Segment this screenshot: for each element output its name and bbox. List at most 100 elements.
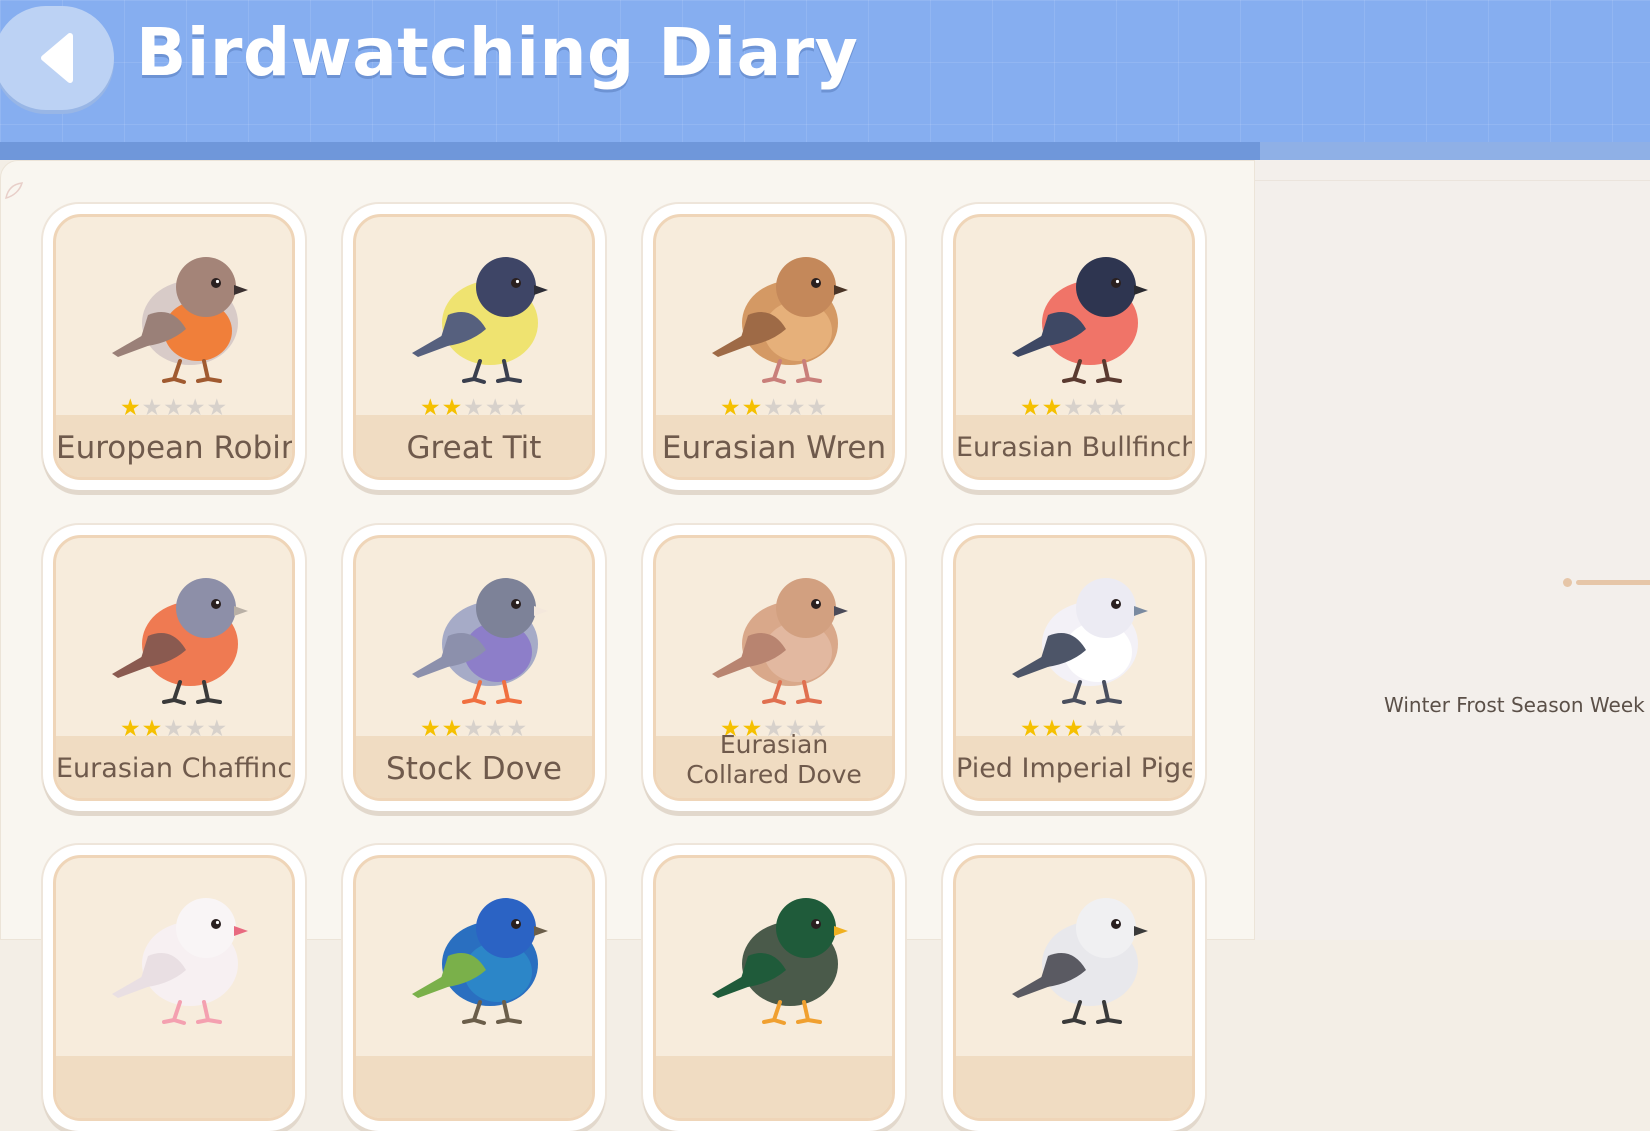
bird-illustration — [94, 245, 264, 385]
bird-illustration — [94, 886, 264, 1026]
rarity-stars: ★★★★★ — [956, 716, 1192, 742]
star-filled-icon: ★ — [119, 716, 142, 742]
bird-illustration — [694, 245, 864, 385]
star-filled-icon: ★ — [1041, 395, 1064, 421]
bird-illustration — [394, 245, 564, 385]
bird-name: Stock Dove — [386, 751, 562, 787]
bird-card[interactable] — [43, 845, 305, 1131]
star-empty-icon: ★ — [1084, 716, 1107, 742]
bird-illustration — [394, 566, 564, 706]
bird-card-inner: ★★★★★ Eurasian Bullfinch — [953, 214, 1195, 480]
bird-card[interactable]: ★★★★★ Eurasian Collared Dove — [643, 525, 905, 811]
rarity-stars: ★★★★★ — [56, 716, 292, 742]
star-filled-icon: ★ — [441, 716, 464, 742]
star-filled-icon: ★ — [441, 395, 464, 421]
progress-bar — [1576, 580, 1650, 585]
star-filled-icon: ★ — [1041, 716, 1064, 742]
bird-card-inner: ★★★★★ Eurasian Collared Dove — [653, 535, 895, 801]
star-filled-icon: ★ — [1063, 716, 1085, 742]
rarity-stars: ★★★★★ — [956, 395, 1192, 421]
bird-card-inner — [53, 855, 295, 1121]
star-empty-icon: ★ — [1084, 395, 1107, 421]
star-empty-icon: ★ — [1106, 716, 1129, 742]
header-tab-shade — [1260, 142, 1650, 160]
bird-card-inner: ★★★★★ Eurasian Chaffinch — [53, 535, 295, 801]
star-empty-icon: ★ — [506, 395, 529, 421]
star-empty-icon: ★ — [806, 395, 829, 421]
detail-divider — [1255, 180, 1650, 181]
bird-card-inner — [353, 855, 595, 1121]
bird-name-background — [356, 1056, 592, 1118]
bird-card-inner: ★★★★★ European Robin — [53, 214, 295, 480]
bird-name: Eurasian Collared Dove — [686, 730, 862, 789]
star-empty-icon: ★ — [484, 716, 507, 742]
bird-card-inner — [953, 855, 1195, 1121]
rarity-stars: ★★★★★ — [56, 395, 292, 421]
star-empty-icon: ★ — [763, 395, 785, 421]
star-filled-icon: ★ — [719, 395, 742, 421]
bird-card-inner: ★★★★★ Eurasian Wren — [653, 214, 895, 480]
rarity-stars: ★★★★★ — [356, 716, 592, 742]
bird-illustration — [994, 566, 1164, 706]
rarity-stars: ★★★★★ — [356, 395, 592, 421]
bird-card[interactable]: ★★★★★ Eurasian Chaffinch — [43, 525, 305, 811]
bird-card[interactable] — [343, 845, 605, 1131]
bird-name-background — [56, 1056, 292, 1118]
bird-illustration — [994, 245, 1164, 385]
bird-card[interactable] — [643, 845, 905, 1131]
progress-dot — [1563, 578, 1572, 587]
star-empty-icon: ★ — [1063, 395, 1085, 421]
bird-card-inner: ★★★★★ Great Tit — [353, 214, 595, 480]
star-empty-icon: ★ — [784, 395, 807, 421]
star-empty-icon: ★ — [163, 716, 185, 742]
bird-card[interactable]: ★★★★★ Eurasian Wren — [643, 204, 905, 490]
bird-name: Great Tit — [406, 430, 542, 466]
star-empty-icon: ★ — [463, 716, 485, 742]
bird-illustration — [394, 886, 564, 1026]
bird-card[interactable]: ★★★★★ Stock Dove — [343, 525, 605, 811]
bird-illustration — [94, 566, 264, 706]
bird-illustration — [694, 886, 864, 1026]
back-button[interactable] — [0, 6, 114, 110]
bird-name: Eurasian Bullfinch — [956, 432, 1195, 463]
bird-card-inner — [653, 855, 895, 1121]
bird-card[interactable]: ★★★★★ Eurasian Bullfinch — [943, 204, 1205, 490]
star-empty-icon: ★ — [484, 395, 507, 421]
star-empty-icon: ★ — [1106, 395, 1129, 421]
bird-card-inner: ★★★★★Pied Imperial Pigeon — [953, 535, 1195, 801]
bird-card[interactable]: ★★★★★ European Robin — [43, 204, 305, 490]
star-filled-icon: ★ — [141, 716, 164, 742]
star-empty-icon: ★ — [141, 395, 164, 421]
bird-card[interactable]: ★★★★★Pied Imperial Pigeon — [943, 525, 1205, 811]
leaf-decoration-icon — [5, 182, 24, 200]
star-empty-icon: ★ — [506, 716, 529, 742]
star-empty-icon: ★ — [163, 395, 185, 421]
star-empty-icon: ★ — [206, 395, 229, 421]
bird-name-background — [956, 1056, 1192, 1118]
star-filled-icon: ★ — [119, 395, 142, 421]
bird-name: Pied Imperial Pigeon — [956, 753, 1192, 784]
star-empty-icon: ★ — [184, 716, 207, 742]
bird-name: Eurasian Wren — [661, 430, 887, 466]
star-empty-icon: ★ — [206, 716, 229, 742]
star-empty-icon: ★ — [463, 395, 485, 421]
star-filled-icon: ★ — [741, 395, 764, 421]
bird-illustration — [694, 566, 864, 706]
bird-card[interactable]: ★★★★★ Great Tit — [343, 204, 605, 490]
bird-card[interactable] — [943, 845, 1205, 1131]
bird-card-inner: ★★★★★ Stock Dove — [353, 535, 595, 801]
header-strip — [0, 142, 1650, 160]
season-label: Winter Frost Season Week — [1384, 693, 1645, 717]
bird-illustration — [994, 886, 1164, 1026]
bird-name: European Robin — [56, 430, 295, 466]
star-filled-icon: ★ — [1019, 716, 1042, 742]
star-filled-icon: ★ — [1019, 395, 1042, 421]
bird-name-background — [656, 1056, 892, 1118]
page-title: Birdwatching Diary — [136, 14, 859, 91]
star-filled-icon: ★ — [419, 395, 442, 421]
chevron-left-icon — [41, 33, 73, 83]
rarity-stars: ★★★★★ — [656, 395, 892, 421]
star-empty-icon: ★ — [184, 395, 207, 421]
detail-panel — [1255, 160, 1650, 940]
bird-name: Eurasian Chaffinch — [56, 753, 295, 784]
